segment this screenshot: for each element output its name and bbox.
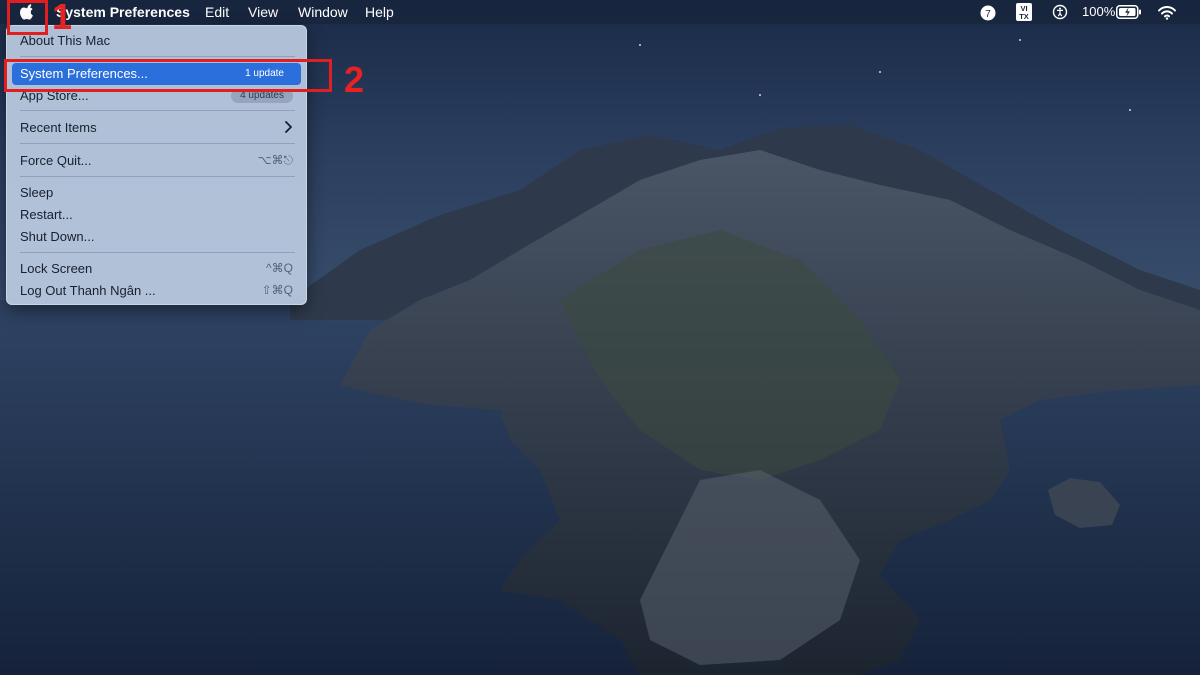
battery-percentage: 100%	[1082, 4, 1116, 19]
wifi-icon[interactable]	[1157, 2, 1177, 22]
menu-item-label: Sleep	[20, 185, 54, 200]
svg-text:TX: TX	[1019, 12, 1029, 21]
menu-app-name[interactable]: System Preferences	[56, 4, 190, 20]
menu-item-label: Restart...	[20, 207, 73, 222]
menu-view[interactable]: View	[248, 4, 278, 20]
step2-number: 2	[344, 59, 365, 100]
menu-item-recent-items[interactable]: Recent Items	[12, 117, 301, 139]
menu-item-sleep[interactable]: Sleep	[12, 182, 301, 204]
menu-item-shut-down[interactable]: Shut Down...	[12, 226, 301, 248]
menu-item-label: Recent Items	[20, 120, 97, 135]
menu-item-label: Shut Down...	[20, 229, 95, 244]
menu-bar: System Preferences Edit View Window Help…	[0, 0, 1200, 24]
shortcut-label: ^⌘Q	[266, 261, 293, 275]
menu-item-label: Log Out Thanh Ngân ...	[20, 283, 156, 298]
menu-separator	[20, 252, 295, 253]
menu-separator	[20, 110, 295, 111]
chevron-right-icon	[285, 121, 292, 133]
menu-window[interactable]: Window	[298, 4, 348, 20]
menu-item-label: Force Quit...	[20, 153, 92, 168]
menu-separator	[20, 176, 295, 177]
step1-number: 1	[52, 0, 73, 37]
shortcut-label: ⇧⌘Q	[261, 283, 293, 297]
menu-item-label: Lock Screen	[20, 261, 93, 276]
shortcut-label: ⌥⌘⎋	[257, 153, 293, 167]
notification-count: 7	[985, 9, 991, 20]
input-source-icon[interactable]: VI TX	[1015, 2, 1033, 22]
menu-item-lock-screen[interactable]: Lock Screen ^⌘Q	[12, 258, 301, 280]
menu-help[interactable]: Help	[365, 4, 394, 20]
step2-highlight-box	[4, 59, 332, 92]
accessibility-icon[interactable]	[1051, 2, 1069, 22]
notification-icon[interactable]: 7	[978, 2, 1000, 22]
menu-item-force-quit[interactable]: Force Quit... ⌥⌘⎋	[12, 150, 301, 172]
battery-charging-icon[interactable]	[1116, 5, 1142, 19]
menu-item-restart[interactable]: Restart...	[12, 204, 301, 226]
menu-separator	[20, 143, 295, 144]
menu-edit[interactable]: Edit	[205, 4, 229, 20]
step1-highlight-box	[7, 0, 48, 35]
menu-item-log-out[interactable]: Log Out Thanh Ngân ... ⇧⌘Q	[12, 280, 301, 302]
menu-separator	[20, 56, 295, 57]
